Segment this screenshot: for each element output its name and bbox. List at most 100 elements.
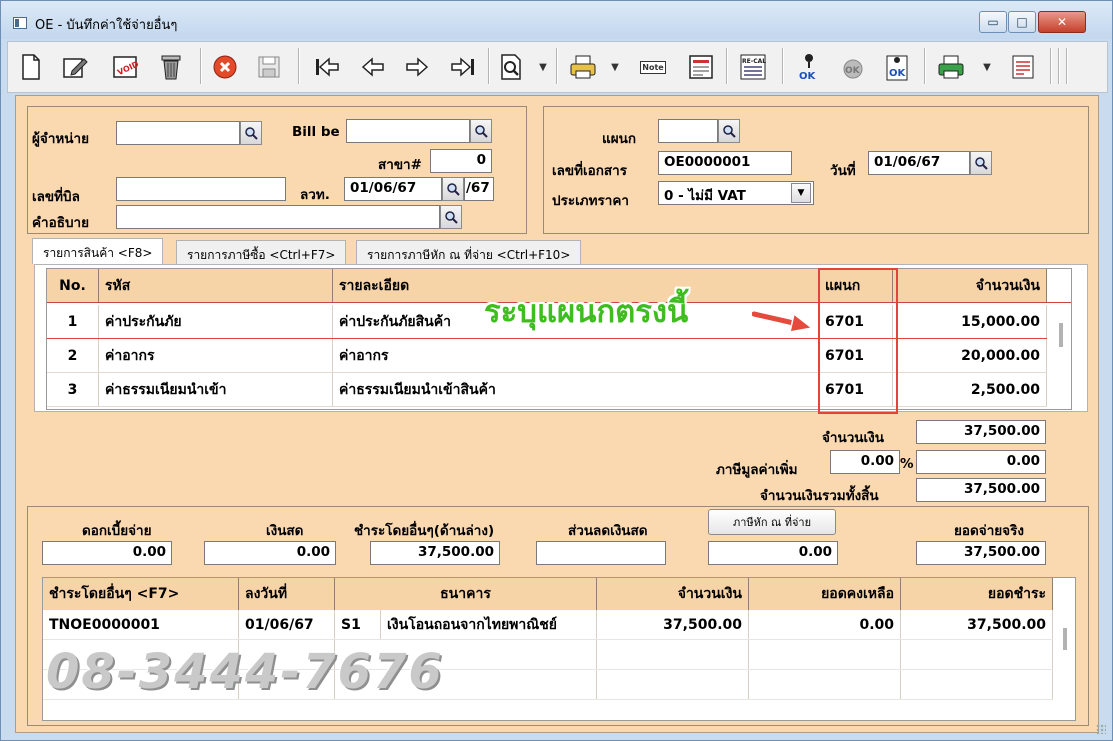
dept-input[interactable] [658, 119, 718, 143]
cancel-icon[interactable] [210, 52, 240, 82]
discount-input[interactable] [536, 541, 666, 565]
empty-cell[interactable] [749, 670, 901, 699]
col-code[interactable]: รหัส [99, 269, 333, 302]
vendor-lookup-icon[interactable] [240, 121, 262, 145]
chevron-down-icon[interactable]: ▼ [791, 183, 811, 203]
desc-input[interactable] [116, 205, 440, 229]
desc-lookup-icon[interactable] [440, 205, 462, 229]
unapprove-icon[interactable]: OK [838, 52, 868, 82]
cash-input[interactable]: 0.00 [204, 541, 336, 565]
col-bank[interactable]: ธนาคาร [335, 578, 597, 610]
tab-purchase-tax[interactable]: รายการภาษีซื้อ <Ctrl+F7> [176, 240, 347, 264]
branch-label: สาขา# [378, 157, 422, 173]
empty-cell[interactable] [597, 640, 749, 669]
approve-all-icon[interactable]: OK [882, 52, 912, 82]
print-dropdown-icon[interactable]: ▼ [608, 52, 622, 82]
ok-label-disabled: OK [845, 66, 861, 76]
ltd-date-input[interactable]: 01/06/67 [344, 177, 442, 201]
col-balance[interactable]: ยอดคงเหลือ [749, 578, 901, 610]
phone-watermark: 08-3444-7676 [46, 644, 444, 700]
document-group: แผนก เลขที่เอกสาร OE0000001 วันที่ 01/06… [543, 106, 1089, 234]
recalc-icon[interactable]: RE-CAL [738, 52, 768, 82]
docno-input[interactable]: OE0000001 [658, 151, 792, 175]
search-dropdown-icon[interactable]: ▼ [536, 52, 550, 82]
last-icon[interactable] [448, 52, 478, 82]
empty-cell[interactable] [749, 640, 901, 669]
export-dropdown-icon[interactable]: ▼ [980, 52, 994, 82]
bank-name[interactable]: เงินโอนถอนจากไทยพาณิชย์ [381, 610, 597, 639]
form-body: ผู้จำหน่าย Bill be สาขา# 0 เลขที่บิล ลวท… [15, 95, 1099, 733]
row-code[interactable]: ค่าประกันภัย [99, 305, 333, 338]
form-icon[interactable] [686, 52, 716, 82]
payment-amount[interactable]: 37,500.00 [597, 610, 749, 639]
title-bar[interactable]: OE - บันทึกค่าใช้จ่ายอื่นๆ ▭ □ ✕ [1, 1, 1112, 39]
edit-icon[interactable] [60, 52, 90, 82]
report-icon[interactable] [1008, 52, 1038, 82]
export-icon[interactable] [936, 52, 966, 82]
billno-input[interactable] [116, 177, 286, 201]
col-payment-ref[interactable]: ชำระโดยอื่นๆ <F7> [43, 578, 239, 610]
row-code[interactable]: ค่าธรรมเนียมนำเข้า [99, 373, 333, 406]
payment-paid[interactable]: 37,500.00 [901, 610, 1053, 639]
empty-cell[interactable] [901, 670, 1053, 699]
row-amount[interactable]: 2,500.00 [893, 373, 1047, 406]
other-payment-input[interactable]: 37,500.00 [370, 541, 500, 565]
note-icon[interactable]: Note [638, 52, 668, 82]
col-no[interactable]: No. [47, 269, 99, 302]
minimize-button[interactable]: ▭ [979, 11, 1007, 33]
row-amount[interactable]: 15,000.00 [893, 305, 1047, 338]
row-detail[interactable]: ค่าธรรมเนียมนำเข้าสินค้า [333, 373, 819, 406]
bank-code[interactable]: S1 [335, 610, 381, 639]
save-icon[interactable] [254, 52, 284, 82]
close-button[interactable]: ✕ [1038, 11, 1086, 33]
void-icon[interactable]: VOID [110, 52, 140, 82]
col-paid[interactable]: ยอดชำระ [901, 578, 1053, 610]
maximize-button[interactable]: □ [1008, 11, 1036, 33]
withholding-tax-button[interactable]: ภาษีหัก ณ ที่จ่าย [708, 509, 836, 535]
dept-lookup-icon[interactable] [718, 119, 740, 143]
toolbar-separator [1058, 48, 1060, 84]
vat-rate-input[interactable]: 0.00 [830, 450, 900, 474]
resize-grip[interactable] [1096, 724, 1106, 734]
callout-text: ระบุแผนกตรงนี้ [484, 294, 689, 330]
col-payment-date[interactable]: ลงวันที่ [239, 578, 335, 610]
payment-scrollbar[interactable] [1063, 628, 1067, 650]
toolbar-separator [1050, 48, 1052, 84]
branch-input[interactable]: 0 [430, 149, 492, 173]
items-scrollbar[interactable] [1059, 323, 1063, 347]
payment-balance[interactable]: 0.00 [749, 610, 901, 639]
new-icon[interactable] [16, 52, 46, 82]
prev-icon[interactable] [358, 52, 388, 82]
cash-label: เงินสด [266, 523, 304, 539]
first-icon[interactable] [312, 52, 342, 82]
tab-items[interactable]: รายการสินค้า <F8> [32, 238, 164, 264]
toolbar-separator [1066, 48, 1068, 84]
billbe-input[interactable] [346, 119, 470, 143]
payment-ref[interactable]: TNOE0000001 [43, 610, 239, 639]
date-label: วันที่ [830, 163, 856, 179]
billbe-lookup-icon[interactable] [470, 119, 492, 143]
tab-withholding-tax[interactable]: รายการภาษีหัก ณ ที่จ่าย <Ctrl+F10> [356, 240, 582, 264]
date-lookup-icon[interactable] [970, 151, 992, 175]
row-detail[interactable]: ค่าอากร [333, 339, 819, 372]
vendor-input[interactable] [116, 121, 240, 145]
empty-cell[interactable] [901, 640, 1053, 669]
payment-date[interactable]: 01/06/67 [239, 610, 335, 639]
print-icon[interactable] [568, 52, 598, 82]
col-amount[interactable]: จำนวนเงิน [893, 269, 1047, 302]
grand-total-label: จำนวนเงินรวมทั้งสิ้น [760, 488, 879, 504]
toolbar-separator [782, 48, 784, 84]
search-icon[interactable] [496, 52, 526, 82]
table-row[interactable]: TNOE0000001 01/06/67 S1 เงินโอนถอนจากไทย… [43, 610, 1053, 640]
empty-cell[interactable] [597, 670, 749, 699]
ltd-lookup-icon[interactable] [442, 177, 464, 201]
row-code[interactable]: ค่าอากร [99, 339, 333, 372]
row-amount[interactable]: 20,000.00 [893, 339, 1047, 372]
delete-icon[interactable] [156, 52, 186, 82]
col-payment-amount[interactable]: จำนวนเงิน [597, 578, 749, 610]
interest-input[interactable]: 0.00 [42, 541, 172, 565]
next-icon[interactable] [402, 52, 432, 82]
vat-total: 0.00 [916, 450, 1046, 474]
date-input[interactable]: 01/06/67 [868, 151, 970, 175]
approve-icon[interactable]: OK [794, 52, 824, 82]
